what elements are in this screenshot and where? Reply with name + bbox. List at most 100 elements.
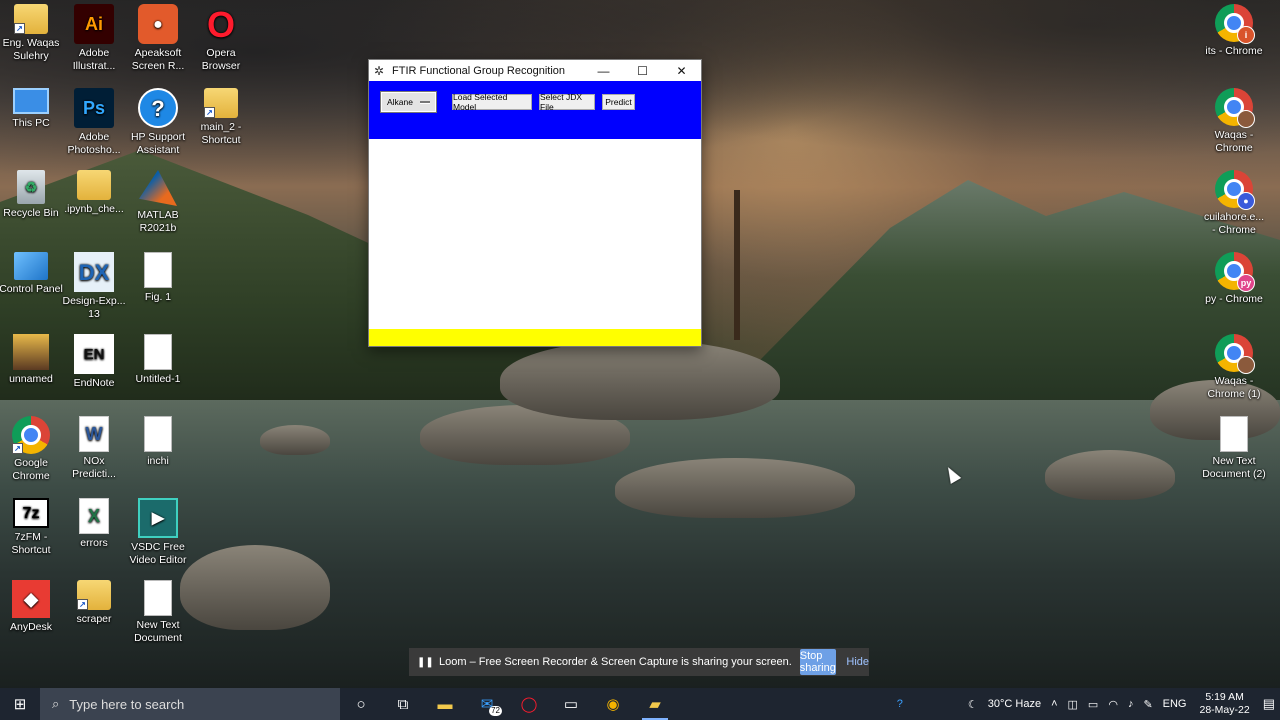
desktop-icon-py-chrome[interactable]: py py - Chrome	[1201, 252, 1267, 306]
wallpaper-rock	[420, 405, 630, 465]
desktop-icon-recycle-bin[interactable]: ♻ Recycle Bin	[0, 170, 64, 220]
chrome-icon: py	[1215, 252, 1255, 292]
desktop-icon-label: New Text Document (2)	[1202, 455, 1266, 480]
desktop-icon-photoshop[interactable]: Ps Adobe Photosho...	[61, 88, 127, 157]
language-indicator[interactable]: ENG	[1163, 698, 1187, 710]
photoshop-icon: Ps	[74, 88, 114, 128]
folder-icon	[77, 170, 111, 200]
window-titlebar[interactable]: ✲ FTIR Functional Group Recognition — ☐ …	[369, 60, 701, 81]
desktop-icon-label: Waqas - Chrome	[1214, 129, 1254, 154]
terminal-icon[interactable]: ▭	[550, 688, 592, 720]
desktop-icon-nox[interactable]: W NOx Predicti...	[61, 416, 127, 481]
desktop-icon-waqas-chrome[interactable]: Waqas - Chrome	[1201, 88, 1267, 155]
desktop-icon-opera[interactable]: O Opera Browser	[188, 4, 254, 73]
desktop-icon-label: Waqas - Chrome (1)	[1207, 375, 1261, 400]
desktop-icon-inchi[interactable]: inchi	[125, 416, 191, 468]
desktop-icon-label: scraper	[76, 613, 112, 625]
desktop-icon-label: .ipynb_che...	[64, 203, 124, 215]
desktop-icon-vsdc[interactable]: ▶ VSDC Free Video Editor	[125, 498, 191, 567]
desktop-icon-label: main_2 - Shortcut	[200, 121, 242, 146]
desktop-icon-new-text-doc[interactable]: New Text Document	[125, 580, 191, 645]
select-jdx-button[interactable]: Select JDX File	[539, 92, 595, 112]
minimize-button[interactable]: —	[584, 60, 623, 81]
desktop-icon-cuilahore-chrome[interactable]: ● cuilahore.e... - Chrome	[1201, 170, 1267, 237]
profile-avatar-icon	[1237, 110, 1255, 128]
desktop-icon-apeaksoft[interactable]: ● Apeaksoft Screen R...	[125, 4, 191, 73]
profile-avatar-icon: py	[1237, 274, 1255, 292]
wifi-icon[interactable]: ◠	[1108, 698, 1118, 711]
help-tray-icon[interactable]: ?	[897, 698, 903, 710]
desktop-icon-illustrator[interactable]: Ai Adobe Illustrat...	[61, 4, 127, 73]
pen-icon[interactable]: ✎	[1143, 698, 1152, 711]
task-view-icon[interactable]: ⧉	[382, 688, 424, 720]
desktop-icon-matlab[interactable]: MATLAB R2021b	[125, 170, 191, 235]
desktop-icon-control-panel[interactable]: Control Panel	[0, 252, 64, 296]
status-bar	[369, 329, 701, 346]
weather-moon-icon: ☾	[967, 698, 978, 711]
desktop-icon-ipynb[interactable]: .ipynb_che...	[61, 170, 127, 216]
desktop-icon-untitled1[interactable]: Untitled-1	[125, 334, 191, 386]
cortana-icon[interactable]: ○	[340, 688, 382, 720]
dropdown-value: Alkane	[387, 97, 413, 107]
photo-icon	[13, 334, 49, 370]
file-explorer-icon[interactable]: ▬	[424, 688, 466, 720]
hide-button[interactable]: Hide	[846, 656, 869, 668]
predict-button[interactable]: Predict	[602, 94, 635, 110]
desktop-icon-this-pc[interactable]: This PC	[0, 88, 64, 130]
desktop-icon-fig1[interactable]: Fig. 1	[125, 252, 191, 304]
7zip-icon: 7z	[13, 498, 49, 528]
opera-taskbar-icon[interactable]: ◯	[508, 688, 550, 720]
wallpaper-rock	[615, 458, 855, 518]
desktop-icon-hp-support[interactable]: ? HP Support Assistant	[125, 88, 191, 157]
desktop-icon-7zfm[interactable]: 7z 7zFM - Shortcut	[0, 498, 64, 557]
python-app-taskbar-icon[interactable]: ▰	[634, 688, 676, 720]
battery-icon[interactable]: ▭	[1088, 698, 1098, 711]
maximize-button[interactable]: ☐	[623, 60, 662, 81]
desktop-icon-design-expert[interactable]: DX Design-Exp... 13	[61, 252, 127, 321]
app-gear-icon: ✲	[374, 63, 385, 78]
window-title: FTIR Functional Group Recognition	[392, 64, 566, 77]
wallpaper-rock	[180, 545, 330, 630]
desktop-icon-label: Apeaksoft Screen R...	[131, 47, 185, 72]
desktop-icon-label: NOx Predicti...	[72, 455, 116, 480]
network-icon[interactable]: ◫	[1068, 698, 1078, 711]
mail-badge: 72	[489, 706, 502, 716]
wallpaper-rock	[260, 425, 330, 455]
desktop-icon-label: cuilahore.e... - Chrome	[1203, 211, 1265, 236]
taskbar-search[interactable]: ⌕ Type here to search	[40, 688, 340, 720]
chrome-icon: i	[1215, 4, 1255, 44]
desktop-icon-new-text-doc-2[interactable]: New Text Document (2)	[1201, 416, 1267, 481]
load-model-button[interactable]: Load Selected Model	[452, 92, 532, 112]
functional-group-dropdown[interactable]: Alkane	[380, 91, 437, 113]
chrome-icon	[1215, 334, 1255, 374]
desktop-icon-main2[interactable]: ↗ main_2 - Shortcut	[188, 88, 254, 147]
desktop-icon-label: Fig. 1	[144, 291, 172, 303]
chrome-taskbar-icon[interactable]: ◉	[592, 688, 634, 720]
notification-icon[interactable]: ▤	[1263, 696, 1275, 712]
document-icon	[144, 416, 172, 452]
mail-icon[interactable]: ✉ 72	[466, 688, 508, 720]
volume-icon[interactable]: ♪	[1128, 698, 1134, 710]
shortcut-arrow-icon: ↗	[14, 23, 25, 34]
desktop-icon-eng-waqas[interactable]: ↗ Eng. Waqas Sulehry	[0, 4, 64, 63]
clock[interactable]: 5:19 AM 28-May-22	[1200, 691, 1250, 717]
pause-icon[interactable]: ❚❚	[417, 657, 434, 668]
desktop-icon-unnamed[interactable]: unnamed	[0, 334, 64, 386]
stop-sharing-button[interactable]: Stop sharing	[799, 649, 837, 675]
windows-start-icon[interactable]: ⊞	[0, 688, 40, 720]
desktop-icon-its-chrome[interactable]: i its - Chrome	[1201, 4, 1267, 58]
document-icon	[144, 580, 172, 616]
document-icon	[1220, 416, 1248, 452]
close-button[interactable]: ✕	[662, 60, 701, 81]
desktop-icon-label: Adobe Photosho...	[67, 131, 121, 156]
desktop-icon-waqas-chrome-1[interactable]: Waqas - Chrome (1)	[1201, 334, 1267, 401]
desktop-icon-endnote[interactable]: EN EndNote	[61, 334, 127, 390]
desktop-icon-label: its - Chrome	[1205, 45, 1263, 57]
desktop-icon-google-chrome[interactable]: ↗ Google Chrome	[0, 416, 64, 483]
desktop-icon-scraper[interactable]: ↗ scraper	[61, 580, 127, 626]
desktop-icon-anydesk[interactable]: ◆ AnyDesk	[0, 580, 64, 634]
chevron-up-icon[interactable]: ˄	[1051, 698, 1057, 710]
weather-text[interactable]: 30°C Haze	[988, 698, 1041, 710]
desktop-icon-label: New Text Document	[134, 619, 182, 644]
desktop-icon-errors[interactable]: X errors	[61, 498, 127, 550]
